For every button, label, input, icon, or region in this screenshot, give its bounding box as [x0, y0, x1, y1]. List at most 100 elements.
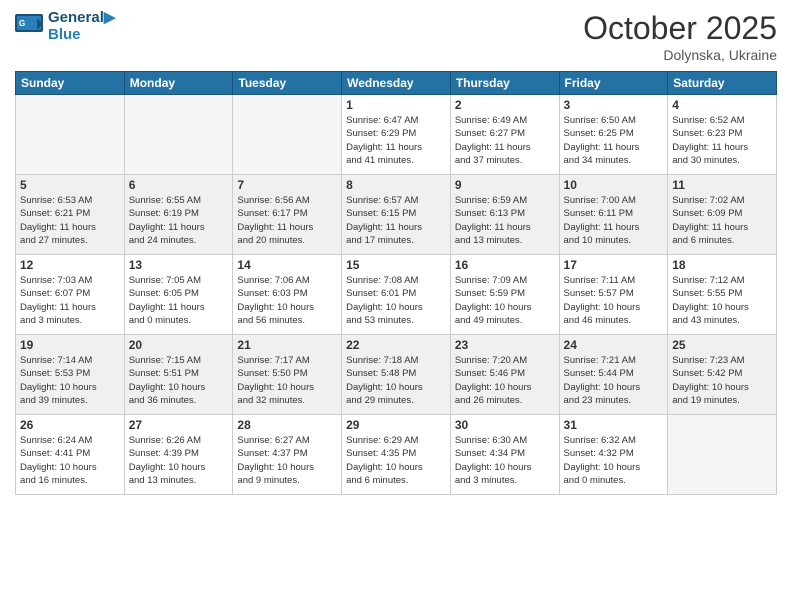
day-number: 10 — [564, 178, 664, 192]
day-number: 26 — [20, 418, 120, 432]
table-row: 25 Sunrise: 7:23 AMSunset: 5:42 PMDayligh… — [668, 335, 777, 415]
day-number: 9 — [455, 178, 555, 192]
day-info: Sunrise: 6:47 AMSunset: 6:29 PMDaylight:… — [346, 114, 446, 167]
day-number: 5 — [20, 178, 120, 192]
day-info: Sunrise: 7:18 AMSunset: 5:48 PMDaylight:… — [346, 354, 446, 407]
table-row: 14 Sunrise: 7:06 AMSunset: 6:03 PMDayligh… — [233, 255, 342, 335]
day-info: Sunrise: 7:11 AMSunset: 5:57 PMDaylight:… — [564, 274, 664, 327]
day-number: 29 — [346, 418, 446, 432]
day-info: Sunrise: 7:14 AMSunset: 5:53 PMDaylight:… — [20, 354, 120, 407]
table-row: 28Sunrise: 6:27 AMSunset: 4:37 PMDayligh… — [233, 415, 342, 495]
table-row: 27 Sunrise: 6:26 AMSunset: 4:39 PMDayligh… — [124, 415, 233, 495]
col-monday: Monday — [124, 72, 233, 95]
table-row: 2 Sunrise: 6:49 AMSunset: 6:27 PMDaylight… — [450, 95, 559, 175]
day-number: 18 — [672, 258, 772, 272]
table-row: 31Sunrise: 6:32 AMSunset: 4:32 PMDayligh… — [559, 415, 668, 495]
day-info: Sunrise: 7:06 AMSunset: 6:03 PMDaylight:… — [237, 274, 337, 327]
table-row: 18 Sunrise: 7:12 AMSunset: 5:55 PMDayligh… — [668, 255, 777, 335]
day-number: 17 — [564, 258, 664, 272]
day-info: Sunrise: 6:53 AMSunset: 6:21 PMDaylight:… — [20, 194, 120, 247]
day-info: Sunrise: 6:52 AMSunset: 6:23 PMDaylight:… — [672, 114, 772, 167]
table-row: 10Sunrise: 7:00 AMSunset: 6:11 PMDayligh… — [559, 175, 668, 255]
col-wednesday: Wednesday — [342, 72, 451, 95]
table-row — [233, 95, 342, 175]
calendar-week-2: 5 Sunrise: 6:53 AMSunset: 6:21 PMDaylight… — [16, 175, 777, 255]
calendar-header-row: Sunday Monday Tuesday Wednesday Thursday… — [16, 72, 777, 95]
col-tuesday: Tuesday — [233, 72, 342, 95]
table-row: 3 Sunrise: 6:50 AMSunset: 6:25 PMDaylight… — [559, 95, 668, 175]
day-info: Sunrise: 6:50 AMSunset: 6:25 PMDaylight:… — [564, 114, 664, 167]
day-info: Sunrise: 6:27 AMSunset: 4:37 PMDaylight:… — [237, 434, 337, 487]
day-info: Sunrise: 7:12 AMSunset: 5:55 PMDaylight:… — [672, 274, 772, 327]
day-number: 11 — [672, 178, 772, 192]
day-number: 3 — [564, 98, 664, 112]
table-row: 23Sunrise: 7:20 AMSunset: 5:46 PMDayligh… — [450, 335, 559, 415]
month-title: October 2025 — [583, 10, 777, 47]
day-info: Sunrise: 6:49 AMSunset: 6:27 PMDaylight:… — [455, 114, 555, 167]
day-number: 21 — [237, 338, 337, 352]
title-block: October 2025 Dolynska, Ukraine — [583, 10, 777, 63]
table-row: 21 Sunrise: 7:17 AMSunset: 5:50 PMDayligh… — [233, 335, 342, 415]
day-info: Sunrise: 6:56 AMSunset: 6:17 PMDaylight:… — [237, 194, 337, 247]
day-info: Sunrise: 6:55 AMSunset: 6:19 PMDaylight:… — [129, 194, 229, 247]
day-number: 2 — [455, 98, 555, 112]
day-number: 27 — [129, 418, 229, 432]
logo: G General▶ Blue — [15, 10, 115, 43]
day-info: Sunrise: 6:57 AMSunset: 6:15 PMDaylight:… — [346, 194, 446, 247]
logo-text: General▶ Blue — [48, 10, 115, 43]
table-row: 24 Sunrise: 7:21 AMSunset: 5:44 PMDayligh… — [559, 335, 668, 415]
day-number: 7 — [237, 178, 337, 192]
table-row: 20 Sunrise: 7:15 AMSunset: 5:51 PMDayligh… — [124, 335, 233, 415]
col-thursday: Thursday — [450, 72, 559, 95]
calendar-week-3: 12 Sunrise: 7:03 AMSunset: 6:07 PMDayligh… — [16, 255, 777, 335]
table-row: 22Sunrise: 7:18 AMSunset: 5:48 PMDayligh… — [342, 335, 451, 415]
day-info: Sunrise: 7:17 AMSunset: 5:50 PMDaylight:… — [237, 354, 337, 407]
col-sunday: Sunday — [16, 72, 125, 95]
page-header: G General▶ Blue October 2025 Dolynska, U… — [15, 10, 777, 63]
day-info: Sunrise: 6:24 AMSunset: 4:41 PMDaylight:… — [20, 434, 120, 487]
day-number: 6 — [129, 178, 229, 192]
day-info: Sunrise: 6:30 AMSunset: 4:34 PMDaylight:… — [455, 434, 555, 487]
table-row: 6 Sunrise: 6:55 AMSunset: 6:19 PMDaylight… — [124, 175, 233, 255]
day-number: 25 — [672, 338, 772, 352]
day-info: Sunrise: 7:23 AMSunset: 5:42 PMDaylight:… — [672, 354, 772, 407]
location-subtitle: Dolynska, Ukraine — [583, 47, 777, 63]
table-row: 13 Sunrise: 7:05 AMSunset: 6:05 PMDayligh… — [124, 255, 233, 335]
table-row: 19 Sunrise: 7:14 AMSunset: 5:53 PMDayligh… — [16, 335, 125, 415]
col-friday: Friday — [559, 72, 668, 95]
day-number: 16 — [455, 258, 555, 272]
day-number: 20 — [129, 338, 229, 352]
day-info: Sunrise: 7:05 AMSunset: 6:05 PMDaylight:… — [129, 274, 229, 327]
day-info: Sunrise: 7:09 AMSunset: 5:59 PMDaylight:… — [455, 274, 555, 327]
table-row: 16 Sunrise: 7:09 AMSunset: 5:59 PMDayligh… — [450, 255, 559, 335]
day-number: 19 — [20, 338, 120, 352]
table-row: 30Sunrise: 6:30 AMSunset: 4:34 PMDayligh… — [450, 415, 559, 495]
col-saturday: Saturday — [668, 72, 777, 95]
table-row: 26 Sunrise: 6:24 AMSunset: 4:41 PMDayligh… — [16, 415, 125, 495]
table-row: 4Sunrise: 6:52 AMSunset: 6:23 PMDaylight… — [668, 95, 777, 175]
calendar-week-5: 26 Sunrise: 6:24 AMSunset: 4:41 PMDayligh… — [16, 415, 777, 495]
day-number: 13 — [129, 258, 229, 272]
calendar-week-4: 19 Sunrise: 7:14 AMSunset: 5:53 PMDayligh… — [16, 335, 777, 415]
day-info: Sunrise: 7:15 AMSunset: 5:51 PMDaylight:… — [129, 354, 229, 407]
table-row — [668, 415, 777, 495]
table-row: 17 Sunrise: 7:11 AMSunset: 5:57 PMDayligh… — [559, 255, 668, 335]
day-info: Sunrise: 7:21 AMSunset: 5:44 PMDaylight:… — [564, 354, 664, 407]
svg-text:G: G — [19, 19, 25, 28]
calendar-page: G General▶ Blue October 2025 Dolynska, U… — [0, 0, 792, 612]
table-row: 29Sunrise: 6:29 AMSunset: 4:35 PMDayligh… — [342, 415, 451, 495]
day-info: Sunrise: 6:59 AMSunset: 6:13 PMDaylight:… — [455, 194, 555, 247]
table-row: 15Sunrise: 7:08 AMSunset: 6:01 PMDayligh… — [342, 255, 451, 335]
table-row — [124, 95, 233, 175]
table-row: 8Sunrise: 6:57 AMSunset: 6:15 PMDaylight… — [342, 175, 451, 255]
day-number: 12 — [20, 258, 120, 272]
day-number: 24 — [564, 338, 664, 352]
table-row: 12 Sunrise: 7:03 AMSunset: 6:07 PMDayligh… — [16, 255, 125, 335]
day-info: Sunrise: 7:03 AMSunset: 6:07 PMDaylight:… — [20, 274, 120, 327]
day-number: 23 — [455, 338, 555, 352]
day-number: 14 — [237, 258, 337, 272]
day-info: Sunrise: 6:26 AMSunset: 4:39 PMDaylight:… — [129, 434, 229, 487]
table-row: 5 Sunrise: 6:53 AMSunset: 6:21 PMDaylight… — [16, 175, 125, 255]
logo-icon: G — [15, 14, 45, 39]
day-info: Sunrise: 6:32 AMSunset: 4:32 PMDaylight:… — [564, 434, 664, 487]
